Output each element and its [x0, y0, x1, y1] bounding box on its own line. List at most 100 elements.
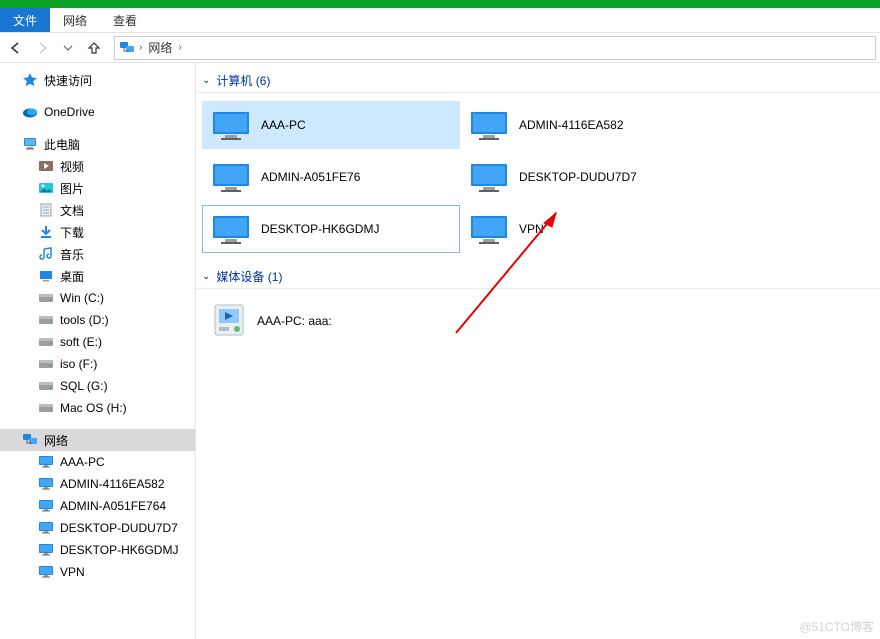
tree-this-pc[interactable]: 此电脑 — [0, 133, 195, 155]
star-icon — [22, 72, 38, 88]
nav-up-button[interactable] — [82, 36, 106, 60]
monitor-icon — [38, 476, 54, 492]
tree-thispc-child[interactable]: tools (D:) — [0, 309, 195, 331]
computer-name: DESKTOP-DUDU7D7 — [519, 170, 637, 184]
monitor-icon — [38, 454, 54, 470]
this-pc-icon — [22, 136, 38, 152]
menubar: 文件 网络 查看 — [0, 8, 880, 33]
nav-forward-button[interactable] — [30, 36, 54, 60]
tree-label: ADMIN-4116EA582 — [60, 477, 165, 491]
monitor-icon — [38, 564, 54, 580]
download-icon — [38, 224, 54, 240]
tree-quick-access[interactable]: 快速访问 — [0, 69, 195, 91]
tree-thispc-child[interactable]: 视频 — [0, 155, 195, 177]
drive-icon — [38, 312, 54, 328]
tree-label: VPN — [60, 565, 85, 579]
tree-network-child[interactable]: AAA-PC — [0, 451, 195, 473]
tree-thispc-child[interactable]: Mac OS (H:) — [0, 397, 195, 419]
computer-item[interactable]: ADMIN-4116EA582 — [460, 101, 718, 149]
chevron-down-icon: ⌄ — [202, 75, 210, 86]
breadcrumb-sep-icon: › — [178, 42, 181, 53]
tree-label: ADMIN-A051FE764 — [60, 499, 166, 513]
tree-label: 网络 — [44, 432, 68, 449]
breadcrumb-location-label: 网络 — [148, 39, 172, 56]
group-media-header[interactable]: ⌄ 媒体设备 (1) — [196, 265, 880, 289]
drive-icon — [38, 290, 54, 306]
tree-label: 此电脑 — [44, 136, 80, 153]
tree-network-child[interactable]: DESKTOP-DUDU7D7 — [0, 517, 195, 539]
tree-thispc-child[interactable]: 图片 — [0, 177, 195, 199]
tree-label: soft (E:) — [60, 335, 102, 349]
tree-thispc-child[interactable]: Win (C:) — [0, 287, 195, 309]
desktop-icon — [38, 268, 54, 284]
tree-thispc-child[interactable]: iso (F:) — [0, 353, 195, 375]
media-item[interactable]: AAA-PC: aaa: — [202, 297, 460, 345]
monitor-icon — [38, 498, 54, 514]
tree-label: 文档 — [60, 202, 84, 219]
monitor-icon — [469, 108, 509, 142]
tree-label: DESKTOP-DUDU7D7 — [60, 521, 178, 535]
monitor-icon — [211, 212, 251, 246]
computer-name: AAA-PC — [261, 118, 306, 132]
nav-row: › 网络 › — [0, 33, 880, 63]
tree-network-child[interactable]: ADMIN-A051FE764 — [0, 495, 195, 517]
nav-back-button[interactable] — [4, 36, 28, 60]
monitor-icon — [38, 542, 54, 558]
window-titlebar — [0, 0, 880, 8]
drive-icon — [38, 400, 54, 416]
computer-item[interactable]: AAA-PC — [202, 101, 460, 149]
nav-tree[interactable]: 快速访问 OneDrive 此电脑 视频图片文档下载音乐桌面 Win (C:)to… — [0, 63, 196, 639]
video-icon — [38, 158, 54, 174]
drive-icon — [38, 334, 54, 350]
menu-file[interactable]: 文件 — [0, 8, 50, 32]
tree-thispc-child[interactable]: soft (E:) — [0, 331, 195, 353]
tree-label: 音乐 — [60, 246, 84, 263]
media-device-icon — [211, 303, 247, 339]
menu-network[interactable]: 网络 — [50, 8, 100, 32]
tree-network-child[interactable]: ADMIN-4116EA582 — [0, 473, 195, 495]
computer-name: DESKTOP-HK6GDMJ — [261, 222, 379, 236]
computer-name: VPN — [519, 222, 544, 236]
content-pane[interactable]: ⌄ 计算机 (6) AAA-PC ADMIN-4116EA582 ADMIN-A05… — [196, 63, 880, 639]
group-media-label: 媒体设备 (1) — [216, 268, 282, 285]
docs-icon — [38, 202, 54, 218]
menu-view[interactable]: 查看 — [100, 8, 150, 32]
tree-label: DESKTOP-HK6GDMJ — [60, 543, 178, 557]
tree-network-child[interactable]: VPN — [0, 561, 195, 583]
tree-onedrive[interactable]: OneDrive — [0, 101, 195, 123]
network-icon — [22, 432, 38, 448]
tree-label: 视频 — [60, 158, 84, 175]
computer-item[interactable]: ADMIN-A051FE76 — [202, 153, 460, 201]
computer-item[interactable]: DESKTOP-DUDU7D7 — [460, 153, 718, 201]
chevron-down-icon: ⌄ — [202, 271, 210, 282]
monitor-icon — [469, 212, 509, 246]
nav-recent-button[interactable] — [56, 36, 80, 60]
onedrive-icon — [22, 104, 38, 120]
computer-name: ADMIN-A051FE76 — [261, 170, 360, 184]
pictures-icon — [38, 180, 54, 196]
computer-item[interactable]: VPN — [460, 205, 718, 253]
address-bar[interactable]: › 网络 › — [114, 36, 876, 60]
tree-label: 下载 — [60, 224, 84, 241]
tree-label: SQL (G:) — [60, 379, 108, 393]
breadcrumb-location[interactable]: 网络 — [146, 37, 174, 59]
group-computers-header[interactable]: ⌄ 计算机 (6) — [196, 69, 880, 93]
tree-thispc-child[interactable]: 下载 — [0, 221, 195, 243]
computer-name: ADMIN-4116EA582 — [519, 118, 624, 132]
monitor-icon — [38, 520, 54, 536]
tree-network[interactable]: 网络 — [0, 429, 195, 451]
tree-label: 桌面 — [60, 268, 84, 285]
tree-network-child[interactable]: DESKTOP-HK6GDMJ — [0, 539, 195, 561]
tree-label: 快速访问 — [44, 72, 92, 89]
group-computers: ⌄ 计算机 (6) AAA-PC ADMIN-4116EA582 ADMIN-A05… — [196, 69, 880, 261]
tree-label: iso (F:) — [60, 357, 97, 371]
tree-thispc-child[interactable]: 音乐 — [0, 243, 195, 265]
tree-thispc-child[interactable]: 桌面 — [0, 265, 195, 287]
drive-icon — [38, 378, 54, 394]
tree-label: Mac OS (H:) — [60, 401, 127, 415]
group-media: ⌄ 媒体设备 (1) AAA-PC: aaa: — [196, 265, 880, 353]
computer-item[interactable]: DESKTOP-HK6GDMJ — [202, 205, 460, 253]
tree-thispc-child[interactable]: SQL (G:) — [0, 375, 195, 397]
monitor-icon — [211, 160, 251, 194]
tree-thispc-child[interactable]: 文档 — [0, 199, 195, 221]
